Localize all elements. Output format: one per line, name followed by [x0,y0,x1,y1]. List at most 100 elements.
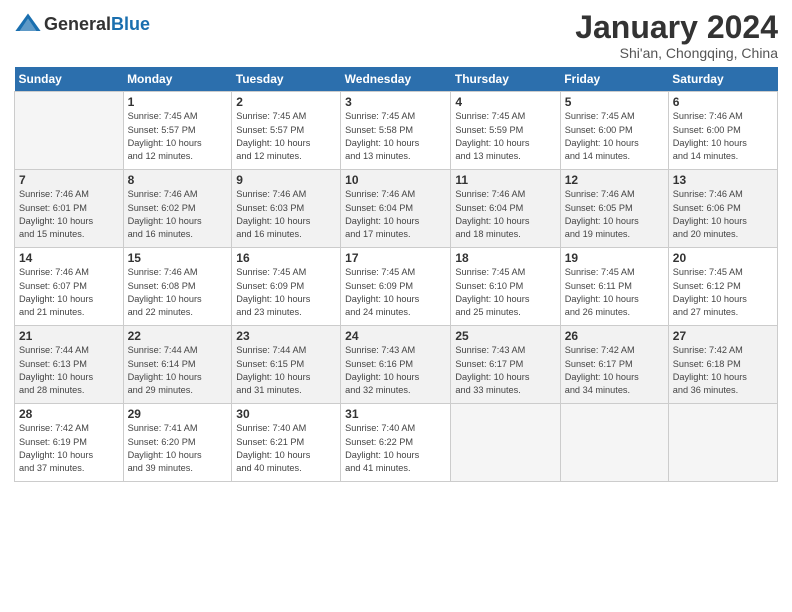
day-info: Sunrise: 7:44 AM Sunset: 6:14 PM Dayligh… [128,344,228,397]
day-number: 8 [128,173,228,187]
logo-icon [14,10,42,38]
day-number: 12 [565,173,664,187]
day-number: 14 [19,251,119,265]
day-info: Sunrise: 7:45 AM Sunset: 6:11 PM Dayligh… [565,266,664,319]
calendar-cell: 31Sunrise: 7:40 AM Sunset: 6:22 PM Dayli… [341,404,451,482]
day-number: 1 [128,95,228,109]
day-info: Sunrise: 7:46 AM Sunset: 6:04 PM Dayligh… [345,188,446,241]
day-number: 30 [236,407,336,421]
day-info: Sunrise: 7:46 AM Sunset: 6:01 PM Dayligh… [19,188,119,241]
calendar-cell: 7Sunrise: 7:46 AM Sunset: 6:01 PM Daylig… [15,170,124,248]
calendar-cell: 26Sunrise: 7:42 AM Sunset: 6:17 PM Dayli… [560,326,668,404]
day-number: 7 [19,173,119,187]
calendar-cell: 19Sunrise: 7:45 AM Sunset: 6:11 PM Dayli… [560,248,668,326]
day-number: 21 [19,329,119,343]
day-info: Sunrise: 7:45 AM Sunset: 5:57 PM Dayligh… [236,110,336,163]
calendar-table: SundayMondayTuesdayWednesdayThursdayFrid… [14,67,778,482]
day-number: 27 [673,329,773,343]
day-info: Sunrise: 7:44 AM Sunset: 6:13 PM Dayligh… [19,344,119,397]
logo-text: GeneralBlue [44,14,150,35]
calendar-cell: 4Sunrise: 7:45 AM Sunset: 5:59 PM Daylig… [451,92,560,170]
calendar-week-3: 14Sunrise: 7:46 AM Sunset: 6:07 PM Dayli… [15,248,778,326]
day-info: Sunrise: 7:45 AM Sunset: 6:09 PM Dayligh… [236,266,336,319]
month-title: January 2024 [575,10,778,45]
day-info: Sunrise: 7:46 AM Sunset: 6:03 PM Dayligh… [236,188,336,241]
day-header-thursday: Thursday [451,67,560,92]
calendar-cell [451,404,560,482]
calendar-cell: 17Sunrise: 7:45 AM Sunset: 6:09 PM Dayli… [341,248,451,326]
day-info: Sunrise: 7:46 AM Sunset: 6:07 PM Dayligh… [19,266,119,319]
day-number: 17 [345,251,446,265]
calendar-body: 1 Sunrise: 7:45 AM Sunset: 5:57 PM Daylig… [15,92,778,482]
calendar-cell: 22Sunrise: 7:44 AM Sunset: 6:14 PM Dayli… [123,326,232,404]
day-info: Sunrise: 7:42 AM Sunset: 6:17 PM Dayligh… [565,344,664,397]
title-block: January 2024 Shi'an, Chongqing, China [575,10,778,61]
day-info: Sunrise: 7:42 AM Sunset: 6:18 PM Dayligh… [673,344,773,397]
day-info: Sunrise: 7:41 AM Sunset: 6:20 PM Dayligh… [128,422,228,475]
day-header-wednesday: Wednesday [341,67,451,92]
day-info: Sunrise: 7:43 AM Sunset: 6:16 PM Dayligh… [345,344,446,397]
day-number: 13 [673,173,773,187]
calendar-cell: 23Sunrise: 7:44 AM Sunset: 6:15 PM Dayli… [232,326,341,404]
calendar-cell: 12Sunrise: 7:46 AM Sunset: 6:05 PM Dayli… [560,170,668,248]
day-info: Sunrise: 7:46 AM Sunset: 6:06 PM Dayligh… [673,188,773,241]
main-container: GeneralBlue January 2024 Shi'an, Chongqi… [0,0,792,492]
calendar-cell: 2Sunrise: 7:45 AM Sunset: 5:57 PM Daylig… [232,92,341,170]
day-info: Sunrise: 7:46 AM Sunset: 6:05 PM Dayligh… [565,188,664,241]
day-header-tuesday: Tuesday [232,67,341,92]
day-number: 9 [236,173,336,187]
day-header-friday: Friday [560,67,668,92]
day-number: 6 [673,95,773,109]
calendar-cell: 21Sunrise: 7:44 AM Sunset: 6:13 PM Dayli… [15,326,124,404]
day-number: 22 [128,329,228,343]
calendar-cell: 14Sunrise: 7:46 AM Sunset: 6:07 PM Dayli… [15,248,124,326]
day-number: 19 [565,251,664,265]
calendar-cell: 25Sunrise: 7:43 AM Sunset: 6:17 PM Dayli… [451,326,560,404]
calendar-cell: 6Sunrise: 7:46 AM Sunset: 6:00 PM Daylig… [668,92,777,170]
day-info: Sunrise: 7:42 AM Sunset: 6:19 PM Dayligh… [19,422,119,475]
calendar-header-row: SundayMondayTuesdayWednesdayThursdayFrid… [15,67,778,92]
calendar-cell: 1Sunrise: 7:45 AM Sunset: 5:57 PM Daylig… [123,92,232,170]
location: Shi'an, Chongqing, China [575,45,778,61]
day-number: 29 [128,407,228,421]
calendar-cell: 20Sunrise: 7:45 AM Sunset: 6:12 PM Dayli… [668,248,777,326]
calendar-cell: 28Sunrise: 7:42 AM Sunset: 6:19 PM Dayli… [15,404,124,482]
day-number: 15 [128,251,228,265]
logo: GeneralBlue [14,10,150,38]
day-info: Sunrise: 7:46 AM Sunset: 6:04 PM Dayligh… [455,188,555,241]
calendar-week-1: 1 Sunrise: 7:45 AM Sunset: 5:57 PM Daylig… [15,92,778,170]
day-info: Sunrise: 7:46 AM Sunset: 6:08 PM Dayligh… [128,266,228,319]
calendar-week-4: 21Sunrise: 7:44 AM Sunset: 6:13 PM Dayli… [15,326,778,404]
day-info: Sunrise: 7:46 AM Sunset: 6:02 PM Dayligh… [128,188,228,241]
day-info: Sunrise: 7:46 AM Sunset: 6:00 PM Dayligh… [673,110,773,163]
header: GeneralBlue January 2024 Shi'an, Chongqi… [14,10,778,61]
calendar-cell [668,404,777,482]
day-info: Sunrise: 7:45 AM Sunset: 5:59 PM Dayligh… [455,110,555,163]
day-info: Sunrise: 7:45 AM Sunset: 6:10 PM Dayligh… [455,266,555,319]
day-number: 3 [345,95,446,109]
day-info: Sunrise: 7:45 AM Sunset: 5:58 PM Dayligh… [345,110,446,163]
calendar-cell: 24Sunrise: 7:43 AM Sunset: 6:16 PM Dayli… [341,326,451,404]
day-number: 23 [236,329,336,343]
day-number: 5 [565,95,664,109]
calendar-week-2: 7Sunrise: 7:46 AM Sunset: 6:01 PM Daylig… [15,170,778,248]
calendar-cell: 10Sunrise: 7:46 AM Sunset: 6:04 PM Dayli… [341,170,451,248]
calendar-cell: 9Sunrise: 7:46 AM Sunset: 6:03 PM Daylig… [232,170,341,248]
day-info: Sunrise: 7:45 AM Sunset: 6:00 PM Dayligh… [565,110,664,163]
calendar-cell: 11Sunrise: 7:46 AM Sunset: 6:04 PM Dayli… [451,170,560,248]
day-number: 4 [455,95,555,109]
calendar-cell [560,404,668,482]
calendar-cell: 27Sunrise: 7:42 AM Sunset: 6:18 PM Dayli… [668,326,777,404]
day-header-monday: Monday [123,67,232,92]
day-info: Sunrise: 7:43 AM Sunset: 6:17 PM Dayligh… [455,344,555,397]
day-info: Sunrise: 7:45 AM Sunset: 6:12 PM Dayligh… [673,266,773,319]
calendar-week-5: 28Sunrise: 7:42 AM Sunset: 6:19 PM Dayli… [15,404,778,482]
day-number: 25 [455,329,555,343]
day-info: Sunrise: 7:40 AM Sunset: 6:22 PM Dayligh… [345,422,446,475]
logo-general: General [44,14,111,34]
day-number: 11 [455,173,555,187]
day-number: 2 [236,95,336,109]
calendar-cell: 3Sunrise: 7:45 AM Sunset: 5:58 PM Daylig… [341,92,451,170]
calendar-cell: 30Sunrise: 7:40 AM Sunset: 6:21 PM Dayli… [232,404,341,482]
day-info: Sunrise: 7:44 AM Sunset: 6:15 PM Dayligh… [236,344,336,397]
